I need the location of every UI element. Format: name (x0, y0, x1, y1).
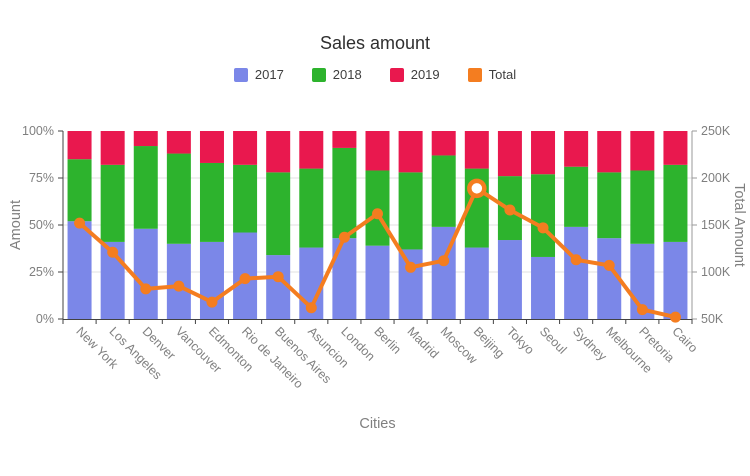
line-point-berlin[interactable] (372, 208, 383, 219)
right-axis-tick-label: 250K (701, 124, 731, 138)
bar-segment-2017-beijing[interactable] (465, 248, 489, 319)
right-axis-tick-label: 50K (701, 312, 724, 326)
bar-segment-2018-madrid[interactable] (399, 172, 423, 249)
right-axis-tick-label: 200K (701, 171, 731, 185)
bar-segment-2019-sydney[interactable] (564, 131, 588, 167)
line-point-madrid[interactable] (405, 262, 416, 273)
bar-segment-2019-madrid[interactable] (399, 131, 423, 172)
bar-segment-2017-berlin[interactable] (366, 246, 390, 319)
bar-segment-2018-london[interactable] (332, 148, 356, 238)
bar-segment-2018-sydney[interactable] (564, 167, 588, 227)
bar-segment-2019-asuncion[interactable] (299, 131, 323, 169)
bar-segment-2018-pretoria[interactable] (630, 170, 654, 243)
left-axis-tick-label: 100% (22, 124, 54, 138)
line-point-new-york[interactable] (74, 218, 85, 229)
bar-segment-2019-new-york[interactable] (68, 131, 92, 159)
x-axis-label-sydney: Sydney (570, 324, 610, 364)
bar-segment-2017-madrid[interactable] (399, 249, 423, 319)
line-point-rio-de-janeiro[interactable] (240, 273, 251, 284)
bar-segment-2018-denver[interactable] (134, 146, 158, 229)
line-point-cairo[interactable] (670, 312, 681, 323)
line-point-moscow[interactable] (438, 255, 449, 266)
bar-segment-2019-cairo[interactable] (663, 131, 687, 165)
line-point-melbourne[interactable] (604, 260, 615, 271)
bar-segment-2018-los-angeles[interactable] (101, 165, 125, 242)
left-axis-tick-label: 25% (29, 265, 54, 279)
bar-segment-2018-seoul[interactable] (531, 174, 555, 257)
line-point-london[interactable] (339, 232, 350, 243)
line-point-buenos-aires[interactable] (273, 271, 284, 282)
bar-segment-2017-sydney[interactable] (564, 227, 588, 319)
bar-segment-2019-berlin[interactable] (366, 131, 390, 170)
bar-segment-2018-melbourne[interactable] (597, 172, 621, 238)
right-axis-tick-label: 150K (701, 218, 731, 232)
line-point-pretoria[interactable] (637, 304, 648, 315)
bar-segment-2018-asuncion[interactable] (299, 169, 323, 248)
line-point-sydney[interactable] (571, 254, 582, 265)
bar-segment-2019-edmonton[interactable] (200, 131, 224, 163)
bar-segment-2019-tokyo[interactable] (498, 131, 522, 176)
left-axis-tick-label: 50% (29, 218, 54, 232)
bar-segment-2017-seoul[interactable] (531, 257, 555, 319)
bar-segment-2019-moscow[interactable] (432, 131, 456, 155)
line-point-edmonton[interactable] (206, 297, 217, 308)
bar-segment-2018-rio-de-janeiro[interactable] (233, 165, 257, 233)
bar-segment-2017-denver[interactable] (134, 229, 158, 319)
left-axis-title: Amount (8, 200, 24, 250)
line-point-vancouver[interactable] (173, 281, 184, 292)
bar-segment-2017-cairo[interactable] (663, 242, 687, 319)
bar-segment-2019-vancouver[interactable] (167, 131, 191, 154)
line-point-asuncion[interactable] (306, 302, 317, 313)
line-point-tokyo[interactable] (504, 204, 515, 215)
bar-segment-2019-denver[interactable] (134, 131, 158, 146)
bar-segment-2019-buenos-aires[interactable] (266, 131, 290, 172)
line-point-los-angeles[interactable] (107, 247, 118, 258)
bar-segment-2018-moscow[interactable] (432, 155, 456, 226)
bar-segment-2019-rio-de-janeiro[interactable] (233, 131, 257, 165)
line-point-denver[interactable] (140, 283, 151, 294)
line-point-seoul[interactable] (538, 222, 549, 233)
bar-segment-2018-edmonton[interactable] (200, 163, 224, 242)
bar-segment-2018-cairo[interactable] (663, 165, 687, 242)
bar-segment-2017-new-york[interactable] (68, 221, 92, 319)
sales-chart: 0%25%50%75%100%50K100K150K200K250KNew Yo… (0, 0, 750, 476)
left-axis-tick-label: 0% (36, 312, 54, 326)
bar-segment-2019-seoul[interactable] (531, 131, 555, 174)
x-axis-label-madrid: Madrid (404, 324, 441, 361)
x-axis-title: Cities (359, 416, 395, 432)
bar-segment-2018-vancouver[interactable] (167, 154, 191, 244)
left-axis-tick-label: 75% (29, 171, 54, 185)
line-point-highlighted-beijing[interactable] (469, 181, 484, 196)
bar-segment-2019-beijing[interactable] (465, 131, 489, 169)
bar-segment-2018-buenos-aires[interactable] (266, 172, 290, 255)
bar-segment-2017-tokyo[interactable] (498, 240, 522, 319)
bar-segment-2018-new-york[interactable] (68, 159, 92, 221)
x-axis-label-cairo: Cairo (669, 324, 700, 355)
right-axis-title: Total Amount (731, 183, 747, 267)
right-axis-tick-label: 100K (701, 265, 731, 279)
bar-segment-2017-london[interactable] (332, 238, 356, 319)
bar-segment-2018-berlin[interactable] (366, 170, 390, 245)
bar-segment-2019-pretoria[interactable] (630, 131, 654, 170)
bar-segment-2019-melbourne[interactable] (597, 131, 621, 172)
x-axis-label-tokyo: Tokyo (504, 324, 537, 357)
bar-segment-2019-los-angeles[interactable] (101, 131, 125, 165)
x-axis-label-seoul: Seoul (537, 324, 570, 357)
bar-segment-2019-london[interactable] (332, 131, 356, 148)
